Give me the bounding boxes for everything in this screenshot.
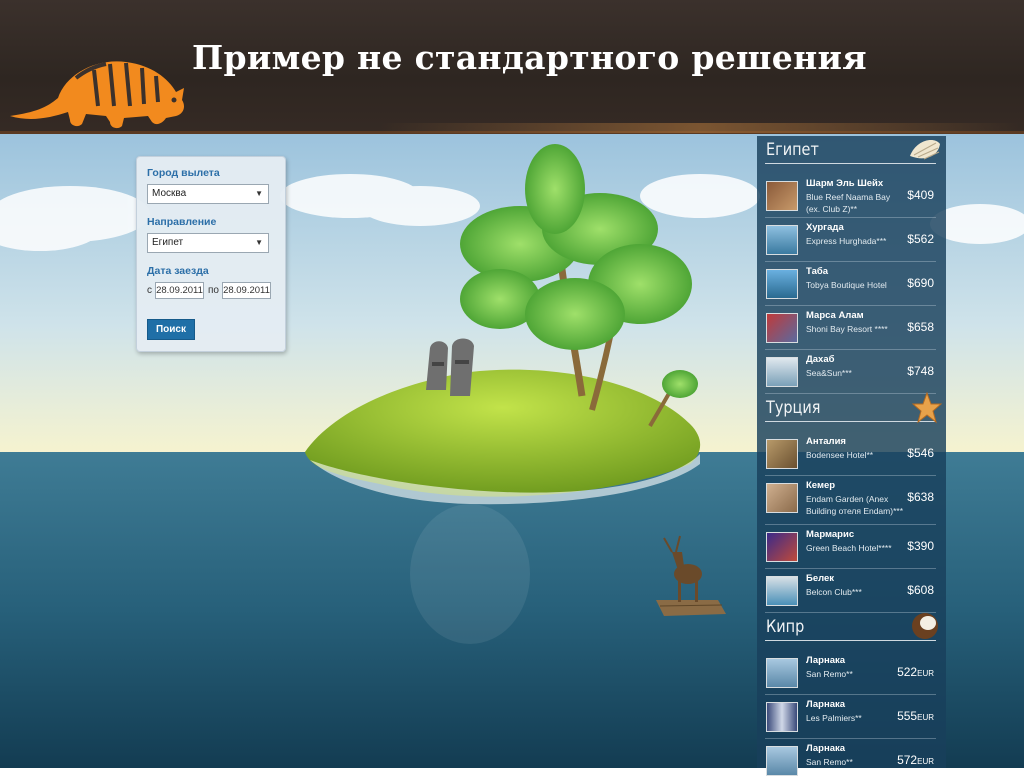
price: $546 bbox=[907, 446, 934, 460]
price: $658 bbox=[907, 320, 934, 334]
hotel-thumbnail bbox=[766, 702, 798, 732]
header-glow bbox=[380, 123, 1020, 133]
hotel-thumbnail bbox=[766, 658, 798, 688]
resort-name: Мармарис bbox=[806, 529, 855, 540]
departure-city-label: Город вылета bbox=[147, 167, 220, 179]
list-item[interactable]: Хургада Express Hurghada*** $562 bbox=[765, 218, 936, 262]
hotel-name: Les Palmiers** bbox=[806, 713, 862, 723]
resort-name: Ларнака bbox=[806, 699, 846, 710]
price: $390 bbox=[907, 539, 934, 553]
page-title: Пример не стандартного решения bbox=[192, 38, 867, 77]
date-range: с 28.09.2011 по 28.09.2011 bbox=[147, 282, 275, 299]
hotel-name: Green Beach Hotel**** bbox=[806, 543, 892, 553]
hotel-name: San Remo** bbox=[806, 669, 853, 679]
search-panel: Город вылета Москва ▼ Направление Египет… bbox=[136, 156, 286, 352]
hotel-thumbnail bbox=[766, 225, 798, 255]
category-turkey: Турция bbox=[757, 392, 946, 432]
category-title-egypt: Египет bbox=[766, 140, 819, 160]
hotel-name: Belcon Club*** bbox=[806, 587, 862, 597]
hotel-thumbnail bbox=[766, 746, 798, 776]
list-item[interactable]: Мармарис Green Beach Hotel**** $390 bbox=[765, 525, 936, 569]
to-label: по bbox=[208, 285, 219, 296]
hotel-name: San Remo** bbox=[806, 757, 853, 767]
list-item[interactable]: Кемер Endam Garden (Anex Building отеля … bbox=[765, 476, 936, 525]
list-item[interactable]: Белек Belcon Club*** $608 bbox=[765, 569, 936, 613]
direction-select[interactable]: Египет ▼ bbox=[147, 233, 269, 253]
starfish-icon bbox=[912, 392, 942, 424]
divider bbox=[765, 421, 936, 422]
from-date-input[interactable]: 28.09.2011 bbox=[155, 282, 204, 299]
resort-name: Таба bbox=[806, 266, 829, 277]
resort-name: Ларнака bbox=[806, 743, 846, 754]
seashell-icon bbox=[910, 140, 940, 160]
category-egypt: Египет bbox=[757, 136, 946, 174]
raft-icon bbox=[656, 600, 726, 616]
hotel-thumbnail bbox=[766, 269, 798, 299]
departure-city-value: Москва bbox=[152, 188, 187, 199]
hotel-name: Bodensee Hotel** bbox=[806, 450, 874, 460]
price: 522EUR bbox=[897, 665, 934, 679]
price-currency: EUR bbox=[917, 669, 934, 678]
hotel-name: Blue Reef Naama Bay (ex. Club Z)** bbox=[806, 192, 891, 214]
hotel-name: Tobya Boutique Hotel bbox=[806, 280, 887, 290]
price: $690 bbox=[907, 276, 934, 290]
list-item[interactable]: Ларнака San Remo** 572EUR bbox=[765, 739, 936, 782]
price-value: 555 bbox=[897, 709, 918, 723]
resort-name: Марса Алам bbox=[806, 310, 864, 321]
to-date-input[interactable]: 28.09.2011 bbox=[221, 282, 271, 299]
category-title-cyprus: Кипр bbox=[766, 617, 805, 637]
resort-name: Шарм Эль Шейх bbox=[806, 178, 884, 189]
resort-name: Хургада bbox=[806, 222, 844, 233]
coconut-icon bbox=[912, 613, 938, 639]
from-label: с bbox=[147, 285, 152, 296]
direction-label: Направление bbox=[147, 216, 217, 228]
hotel-name: Shoni Bay Resort **** bbox=[806, 324, 888, 334]
armadillo-logo-icon bbox=[10, 61, 184, 129]
list-item[interactable]: Ларнака San Remo** 522EUR bbox=[765, 651, 936, 695]
price: $608 bbox=[907, 583, 934, 597]
price: $562 bbox=[907, 232, 934, 246]
resort-name: Белек bbox=[806, 573, 835, 584]
page-header: Пример не стандартного решения bbox=[0, 0, 1024, 134]
list-item[interactable]: Дахаб Sea&Sun*** $748 bbox=[765, 350, 936, 394]
hotel-thumbnail bbox=[766, 357, 798, 387]
hotel-thumbnail bbox=[766, 439, 798, 469]
list-item[interactable]: Ларнака Les Palmiers** 555EUR bbox=[765, 695, 936, 739]
category-title-turkey: Турция bbox=[766, 398, 821, 418]
hotel-thumbnail bbox=[766, 532, 798, 562]
resort-name: Кемер bbox=[806, 480, 836, 491]
direction-value: Египет bbox=[152, 237, 184, 248]
price: $638 bbox=[907, 490, 934, 504]
price: 555EUR bbox=[897, 709, 934, 723]
price: $409 bbox=[907, 188, 934, 202]
hotel-thumbnail bbox=[766, 313, 798, 343]
list-item[interactable]: Таба Tobya Boutique Hotel $690 bbox=[765, 262, 936, 306]
hotel-name: Sea&Sun*** bbox=[806, 368, 852, 378]
chevron-down-icon: ▼ bbox=[255, 238, 263, 247]
hotel-thumbnail bbox=[766, 576, 798, 606]
list-item[interactable]: Марса Алам Shoni Bay Resort **** $658 bbox=[765, 306, 936, 350]
departure-city-select[interactable]: Москва ▼ bbox=[147, 184, 269, 204]
hotel-name: Endam Garden (Anex Building отеля Endam)… bbox=[806, 494, 903, 516]
list-item[interactable]: Анталия Bodensee Hotel** $546 bbox=[765, 432, 936, 476]
hotel-name: Express Hurghada*** bbox=[806, 236, 887, 246]
check-in-date-label: Дата заезда bbox=[147, 265, 209, 277]
price-currency: EUR bbox=[917, 757, 934, 766]
price-currency: EUR bbox=[917, 713, 934, 722]
price: 572EUR bbox=[897, 753, 934, 767]
hotel-thumbnail bbox=[766, 483, 798, 513]
price: $748 bbox=[907, 364, 934, 378]
resort-name: Анталия bbox=[806, 436, 846, 447]
price-value: 522 bbox=[897, 665, 918, 679]
resort-name: Дахаб bbox=[806, 354, 835, 365]
search-button[interactable]: Поиск bbox=[147, 319, 195, 340]
chevron-down-icon: ▼ bbox=[255, 189, 263, 198]
hotel-thumbnail bbox=[766, 181, 798, 211]
tour-offers-panel: Египет Шарм Эль Шейх Blue Reef Naama Bay… bbox=[757, 136, 946, 776]
list-item[interactable]: Шарм Эль Шейх Blue Reef Naama Bay (ex. C… bbox=[765, 174, 936, 218]
resort-name: Ларнака bbox=[806, 655, 846, 666]
category-cyprus: Кипр bbox=[757, 613, 946, 651]
price-value: 572 bbox=[897, 753, 918, 767]
